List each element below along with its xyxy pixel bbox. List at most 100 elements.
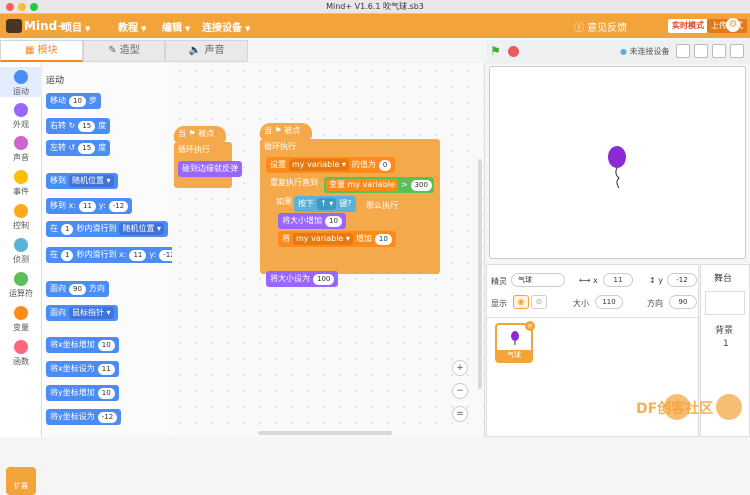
bounce-on-edge-block[interactable]: 碰到边缘就反弹 [178,161,242,177]
vertical-scrollbar[interactable] [478,159,482,389]
gear-icon[interactable]: ⚙ [726,18,740,32]
category-operators[interactable]: 运算符 [0,272,42,299]
direction-input[interactable]: 90 [669,295,697,309]
menu-edit[interactable]: 编辑 ▼ [162,19,190,34]
value-input[interactable]: 0 [378,159,392,171]
motion-block[interactable]: 在 1 秒内滑行到 随机位置 ▾ [46,221,169,237]
horizontal-scrollbar[interactable] [258,431,392,435]
minimize-window-button[interactable] [18,3,26,11]
motion-block[interactable]: 移动 10 步 [46,93,101,109]
change-size-block[interactable]: 将大小增加 10 [278,213,346,229]
hide-eye-icon[interactable]: ⊘ [531,295,547,309]
zoom-out-button[interactable]: − [452,383,468,399]
green-flag-icon[interactable]: ⚑ [490,44,504,58]
extensions-button[interactable]: 扩展 [6,467,36,495]
speaker-icon: 🔈 [188,45,205,56]
category-sensing[interactable]: 侦测 [0,238,42,265]
menu-tutorial[interactable]: 教程 ▼ [118,19,146,34]
script-workspace[interactable]: 当 ⚑ 被点击 循环执行 碰到边缘就反弹 当 ⚑ 被点击 循环执行 设置my v… [172,63,485,437]
category-events[interactable]: 事件 [0,170,42,197]
block-input[interactable]: 11 [78,200,96,212]
block-input[interactable]: -12 [97,411,118,423]
variable-reporter[interactable]: 变量 my variable [326,179,398,191]
fullscreen-icon[interactable] [730,44,744,58]
block-text: 将y坐标设为 [50,412,95,421]
motion-block[interactable]: 将y坐标设为 -12 [46,409,122,425]
motion-block[interactable]: 移到 随机位置 ▾ [46,173,118,189]
block-dropdown[interactable]: 随机位置 ▾ [69,175,114,187]
feedback-button[interactable]: ⓘ 意见反馈 [574,19,627,34]
stop-icon[interactable] [508,46,519,57]
add-backdrop-button[interactable] [716,394,742,420]
x-input[interactable]: 11 [603,273,633,287]
set-variable-block[interactable]: 设置 my variable ▾ 的值为 0 [266,157,396,173]
menu-file[interactable]: 项目 ▼ [62,19,90,34]
show-eye-icon[interactable]: ◉ [513,295,529,309]
block-input[interactable]: 11 [129,249,147,261]
value-input[interactable]: 10 [374,233,392,245]
watermark-text: DF创客社区 [636,401,714,417]
block-input[interactable]: -12 [159,249,172,261]
maximize-window-button[interactable] [30,3,38,11]
block-input[interactable]: 10 [97,387,115,399]
block-dropdown[interactable]: 鼠标指针 ▾ [69,307,114,319]
sprite-thumbnail[interactable]: × 气球 [495,321,535,363]
zoom-in-button[interactable]: + [452,360,468,376]
block-input[interactable]: 15 [78,142,96,154]
menu-connect-device[interactable]: 连接设备 ▼ [202,19,250,34]
tab-blocks[interactable]: ▦ 模块 [0,40,83,62]
close-window-button[interactable] [6,3,14,11]
delete-sprite-icon[interactable]: × [525,321,535,331]
large-stage-icon[interactable] [694,44,708,58]
y-input[interactable]: -12 [667,273,697,287]
set-size-block[interactable]: 将大小设为 100 [266,271,339,287]
variable-dropdown[interactable]: my variable ▾ [289,159,349,171]
motion-block[interactable]: 将x坐标设为 11 [46,361,119,377]
key-pressed-block[interactable]: 按下 ↑ ▾ 键? [294,196,356,212]
change-variable-block[interactable]: 将 my variable ▾ 增加 10 [278,231,396,247]
motion-block[interactable]: 移到 x: 11 y: -12 [46,198,133,214]
key-dropdown[interactable]: ↑ ▾ [317,198,337,210]
category-control[interactable]: 控制 [0,204,42,231]
category-sound[interactable]: 声音 [0,136,42,163]
block-input[interactable]: 1 [61,249,74,261]
block-input[interactable]: 90 [69,283,86,295]
value-input[interactable]: 100 [313,273,335,285]
layout-icon[interactable] [712,44,726,58]
block-input[interactable]: 10 [97,339,115,351]
motion-block[interactable]: 左转 ↺ 15 度 [46,140,111,156]
zoom-reset-button[interactable]: = [452,406,468,422]
stage-canvas[interactable] [489,66,746,259]
realtime-mode-button[interactable]: 实时模式 [668,19,708,33]
motion-block[interactable]: 在1秒内滑行到 x:11y:-12 [46,247,172,263]
greater-than-block[interactable]: 变量 my variable >300 [324,177,434,193]
small-stage-icon[interactable] [676,44,690,58]
block-input[interactable]: 1 [61,223,74,235]
direction-label: 方向 [647,299,663,308]
block-input[interactable]: -12 [108,200,129,212]
motion-block[interactable]: 面向 90 方向 [46,281,109,297]
motion-block[interactable]: 面向 鼠标指针 ▾ [46,305,118,321]
block-input[interactable]: 11 [97,363,115,375]
category-variables[interactable]: 变量 [0,306,42,333]
variable-dropdown[interactable]: my variable ▾ [293,233,353,245]
backdrop-thumbnail[interactable] [705,291,745,315]
value-input[interactable]: 300 [410,179,432,191]
motion-block[interactable]: 右转 ↻ 15 度 [46,118,111,134]
tab-sounds[interactable]: 🔈 声音 [165,40,249,62]
sprite-name-input[interactable]: 气球 [511,273,565,287]
script2-hat-block[interactable]: 当 ⚑ 被点击 [260,123,312,151]
balloon-sprite[interactable] [604,143,634,193]
block-dropdown[interactable]: 随机位置 ▾ [119,223,165,235]
motion-block[interactable]: 将x坐标增加 10 [46,337,119,353]
category-motion[interactable]: 运动 [0,67,42,97]
value-input[interactable]: 10 [325,215,342,227]
category-looks[interactable]: 外观 [0,103,42,130]
script1-hat-block[interactable]: 当 ⚑ 被点击 [174,126,226,154]
block-input[interactable]: 15 [78,120,96,132]
size-input[interactable]: 110 [595,295,623,309]
motion-block[interactable]: 将y坐标增加 10 [46,385,119,401]
category-functions[interactable]: 函数 [0,340,42,367]
tab-costumes[interactable]: ✎ 造型 [82,40,166,62]
block-input[interactable]: 10 [69,95,86,107]
